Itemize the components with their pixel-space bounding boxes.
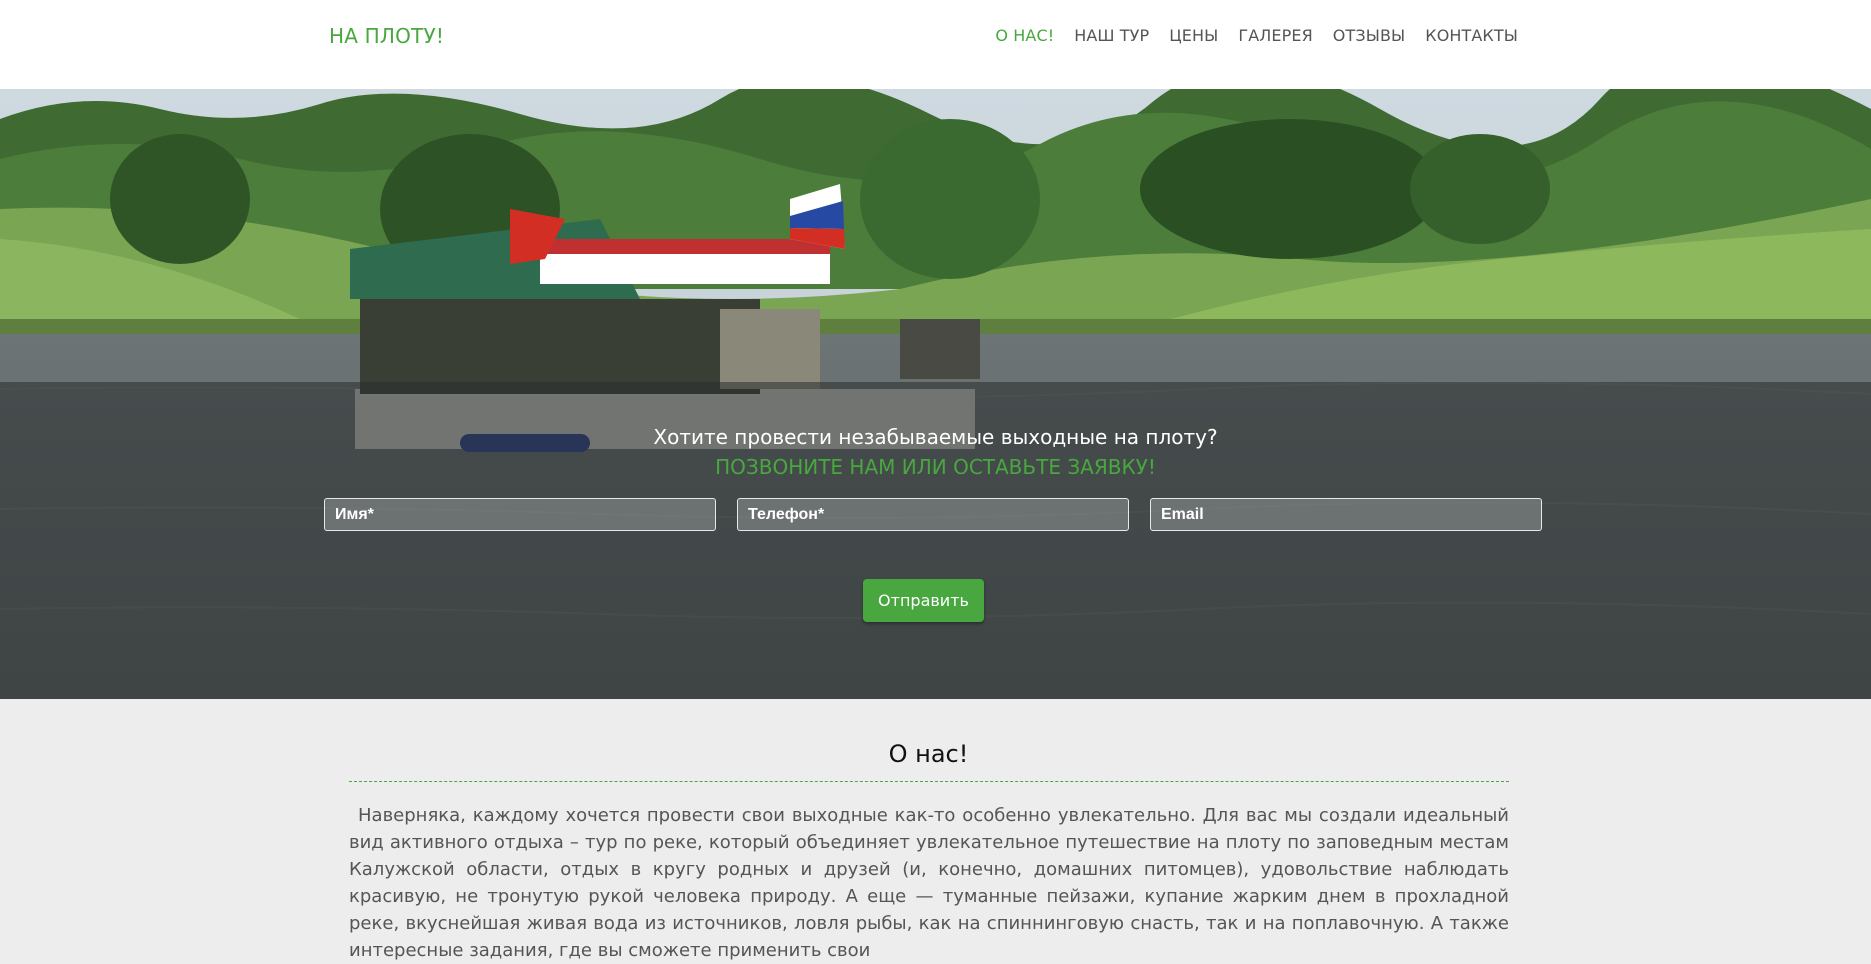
email-input[interactable]: Email	[1150, 498, 1542, 531]
nav-item-reviews[interactable]: ОТЗЫВЫ	[1333, 26, 1405, 45]
nav-item-prices[interactable]: ЦЕНЫ	[1169, 26, 1218, 45]
main-nav: О НАС! НАШ ТУР ЦЕНЫ ГАЛЕРЕЯ ОТЗЫВЫ КОНТА…	[975, 26, 1518, 45]
nav-item-tour[interactable]: НАШ ТУР	[1074, 26, 1149, 45]
nav-item-gallery[interactable]: ГАЛЕРЕЯ	[1238, 26, 1312, 45]
about-divider	[349, 781, 1509, 782]
phone-input[interactable]: Телефон*	[737, 498, 1129, 531]
hero-title: Хотите провести незабываемые выходные на…	[653, 425, 1218, 449]
nav-item-contacts[interactable]: КОНТАКТЫ	[1425, 26, 1518, 45]
about-title: О нас!	[888, 740, 969, 768]
site-logo[interactable]: НА ПЛОТУ!	[329, 24, 444, 48]
submit-button[interactable]: Отправить	[863, 579, 984, 622]
hero-section: Хотите провести незабываемые выходные на…	[0, 89, 1871, 699]
about-text: Наверняка, каждому хочется провести свои…	[349, 805, 1509, 961]
nav-item-about[interactable]: О НАС!	[995, 26, 1054, 45]
name-input[interactable]: Имя*	[324, 498, 716, 531]
hero-subtitle: ПОЗВОНИТЕ НАМ ИЛИ ОСТАВЬТЕ ЗАЯВКУ!	[715, 455, 1156, 479]
site-header: НА ПЛОТУ! О НАС! НАШ ТУР ЦЕНЫ ГАЛЕРЕЯ ОТ…	[0, 0, 1871, 89]
